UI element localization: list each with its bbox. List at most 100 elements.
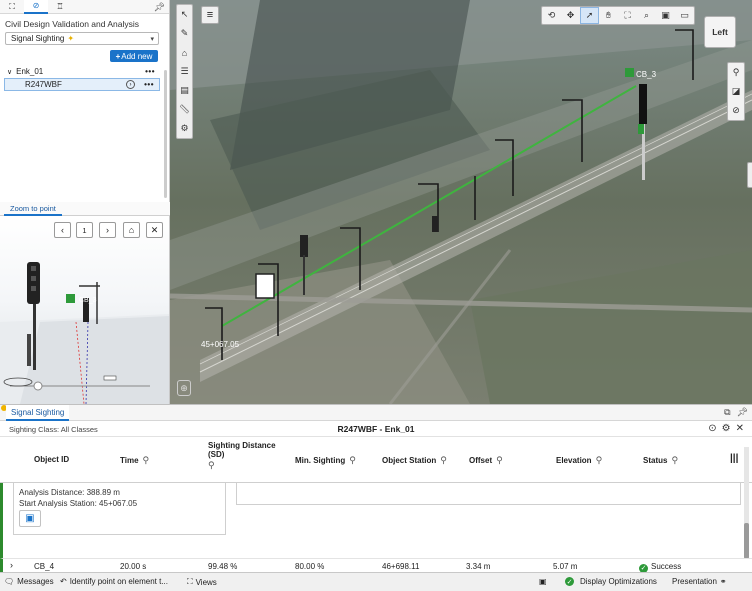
results-tabbar: Signal Sighting ⧉ 📌︎	[0, 405, 752, 421]
zoom-preview[interactable]: ‹ 1 › ⌂ ✕ CB_3	[0, 216, 169, 404]
3d-viewport[interactable]: CB_3 45+067.05 ↖ ✎ ⌂ ☰ ▤ 📏︎ ⚙ ≡ ⟲ ✥ ➚ ✋︎…	[170, 0, 752, 404]
filter-icon[interactable]: ⚲	[143, 455, 150, 466]
navigate-icon[interactable]: ⊙	[708, 423, 716, 434]
pan-button[interactable]: ✋︎	[599, 7, 618, 24]
view-details-button[interactable]: ▣	[19, 510, 41, 527]
cell-object-id: CB_4	[34, 562, 55, 571]
col-label: Offset	[469, 456, 493, 465]
col-object-station[interactable]: Object Station ⚲	[382, 455, 447, 466]
cursor-icon: ↖	[180, 9, 189, 19]
briefcase-icon[interactable]: ▣	[539, 577, 547, 586]
cell-status: ✓ Success	[639, 562, 681, 573]
left-panel-tabs: ⛶ ⊘ ♖ 📌︎	[0, 0, 169, 14]
camera-icon: ◪	[731, 86, 741, 96]
tab-validation[interactable]: ⊘	[24, 0, 48, 14]
tab-analysis[interactable]: ♖	[48, 0, 72, 14]
table-scrollbar-thumb[interactable]	[744, 523, 749, 559]
expand-chevron-icon[interactable]: ›	[10, 560, 13, 570]
rail-tool[interactable]: ☰	[177, 62, 192, 81]
select-button[interactable]: ➚	[580, 7, 599, 24]
col-offset[interactable]: Offset ⚲	[469, 455, 503, 466]
col-min-sighting[interactable]: Min. Sighting ⚲	[295, 455, 356, 466]
table-row[interactable]: › CB_4 20.00 s 99.48 % 80.00 % 46+698.11…	[0, 558, 752, 573]
col-elevation[interactable]: Elevation ⚲	[556, 455, 602, 466]
cell-station: 46+698.11	[382, 562, 420, 571]
main-menu-button[interactable]: ≡	[201, 6, 219, 24]
scrollbar[interactable]	[164, 70, 167, 198]
filter-icon[interactable]: ⚲	[496, 455, 503, 466]
popout-icon[interactable]: ⧉	[724, 407, 730, 418]
close-icon[interactable]: ✕	[736, 423, 744, 434]
hide-tool[interactable]: ⊘	[728, 101, 744, 120]
side-drawer-handle[interactable]	[747, 162, 752, 188]
col-status[interactable]: Status ⚲	[643, 455, 678, 466]
eye-off-icon: ⊘	[732, 105, 740, 115]
compass-icon[interactable]: ⊕	[177, 380, 191, 396]
tab-tree[interactable]: ⛶	[0, 0, 24, 14]
select-icon: ➚	[585, 10, 594, 20]
zoom-scene: CB_3	[0, 262, 169, 404]
status-bar: 🗨︎ Messages ↶ Identify point on element t.…	[0, 572, 752, 591]
zoom-tabbar: Zoom to point	[0, 202, 170, 216]
filter-icon[interactable]: ⚲	[671, 455, 678, 466]
orbit-button[interactable]: ⟲	[542, 7, 561, 24]
check-icon: ✓	[565, 577, 574, 586]
col-time[interactable]: Time ⚲	[120, 455, 149, 466]
tab-signal-sighting[interactable]: Signal Sighting	[6, 405, 70, 421]
display-optimizations-button[interactable]: ✓ Display Optimizations	[565, 577, 657, 586]
add-new-button[interactable]: + Add new	[110, 50, 158, 62]
analysis-type-value: Signal Sighting	[11, 34, 65, 43]
rail-icon: ☰	[180, 66, 189, 76]
tree-group[interactable]: ∨ Enk_01 •••	[4, 65, 160, 78]
signal-icon: ⚲	[732, 67, 740, 77]
views-label: Views	[195, 577, 217, 587]
walk-button[interactable]: ✥	[561, 7, 580, 24]
start-station-label: 45+067.05	[201, 340, 240, 349]
pin-icon[interactable]: 📌︎	[154, 2, 165, 13]
views-button[interactable]: ⛶ Views	[187, 577, 217, 587]
chevron-down-icon[interactable]: ∨	[7, 68, 12, 76]
terrain-tool[interactable]: ▤	[177, 81, 192, 100]
fit-view-button[interactable]: ⛶	[618, 7, 637, 24]
status-label: Success	[651, 562, 682, 571]
results-tools: ⊙ ⚙ ✕	[708, 423, 744, 434]
column-chooser-icon[interactable]: |||	[730, 453, 738, 464]
gear-icon[interactable]: ⚙	[722, 423, 731, 434]
hamburger-icon: ≡	[206, 9, 214, 21]
signal-tool[interactable]: ⚲	[728, 63, 744, 82]
identify-label: Identify point on element t...	[69, 577, 168, 586]
results-header: Sighting Class: All Classes R247WBF - En…	[0, 421, 752, 437]
navigate-icon[interactable]: ›	[126, 80, 135, 89]
filter-icon[interactable]: ⚲	[349, 455, 356, 466]
details-card: Analysis Distance: 388.89 m Start Analys…	[13, 483, 226, 535]
chevron-down-icon: ▾	[150, 36, 154, 43]
zoom-window-button[interactable]: ⌕	[637, 7, 656, 24]
messages-button[interactable]: 🗨︎ Messages	[4, 577, 54, 586]
more-icon[interactable]: •••	[144, 80, 154, 89]
section-tool[interactable]: ⌂	[177, 43, 192, 62]
col-sighting-distance[interactable]: Sighting Distance (SD) ⚲	[208, 441, 284, 471]
filter-icon[interactable]: ⚲	[596, 455, 603, 466]
aerial-scene: CB_3 45+067.05	[170, 0, 752, 404]
zoom-marker-label: CB_3	[79, 297, 97, 304]
filter-icon[interactable]: ⚲	[208, 460, 215, 471]
tree-item[interactable]: R247WBF › •••	[4, 78, 160, 91]
camera-tool[interactable]: ◪	[728, 82, 744, 101]
col-object-id[interactable]: Object ID	[34, 455, 69, 464]
presentation-button[interactable]: Presentation ⚭	[672, 577, 727, 586]
hand-icon: ✋︎	[605, 10, 612, 20]
more-icon[interactable]: •••	[145, 67, 155, 76]
settings-tool[interactable]: ⚙	[177, 119, 192, 138]
saved-view-button[interactable]: ▭	[675, 7, 694, 24]
measure-tool[interactable]: 📏︎	[177, 100, 192, 119]
markup-tool[interactable]: ✎	[177, 24, 192, 43]
col-label: Sighting Distance (SD)	[208, 441, 276, 459]
filter-icon[interactable]: ⚲	[440, 455, 447, 466]
select-tool[interactable]: ↖	[177, 5, 192, 24]
pin-icon[interactable]: 📌︎	[737, 407, 748, 418]
window-area-button[interactable]: ▣	[656, 7, 675, 24]
analysis-type-select[interactable]: Signal Sighting ✦ ▾	[5, 32, 159, 45]
tab-zoom-to-point[interactable]: Zoom to point	[4, 202, 62, 216]
identify-button[interactable]: ↶ Identify point on element t...	[60, 577, 168, 586]
view-cube[interactable]: Left	[704, 16, 736, 48]
